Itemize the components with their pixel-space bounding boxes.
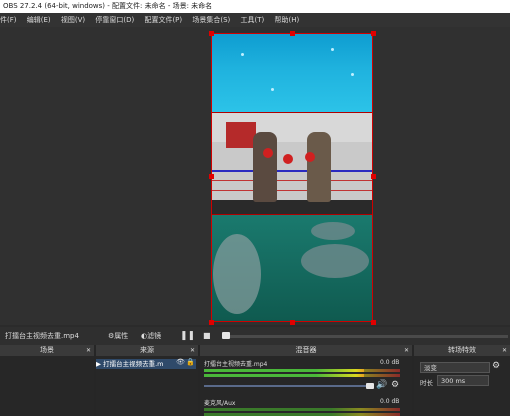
resize-handle-bottom-left[interactable] — [209, 320, 214, 325]
pause-icon[interactable]: ❚❚ — [180, 327, 195, 345]
close-icon[interactable]: ✕ — [86, 345, 91, 356]
seek-handle[interactable] — [222, 332, 230, 339]
scenes-dock-header: 场景 ✕ — [0, 345, 94, 356]
menu-item-file[interactable]: 件(F) — [0, 13, 21, 27]
mixer-channel-db: 0.0 dB — [380, 398, 400, 405]
close-icon[interactable]: ✕ — [502, 345, 507, 356]
sources-dock-header: 来源 ✕ — [96, 345, 198, 356]
audio-meter-level — [204, 374, 364, 377]
menu-item-docks[interactable]: 停靠窗口(D) — [91, 13, 138, 27]
transition-select[interactable]: 淡变 — [420, 362, 490, 373]
sources-title: 来源 — [140, 346, 154, 354]
resize-handle-left[interactable] — [209, 174, 214, 179]
scenes-dock: 场景 ✕ — [0, 345, 94, 416]
volume-handle[interactable] — [366, 383, 374, 389]
filters-label: 滤镜 — [147, 332, 162, 340]
sources-dock: 来源 ✕ ▶ 打擂台主视频去重.m 👁 🔒 — [96, 345, 198, 416]
close-icon[interactable]: ✕ — [404, 345, 409, 356]
properties-label: 属性 — [114, 332, 129, 340]
resize-handle-bottom[interactable] — [290, 320, 295, 325]
speaker-icon[interactable]: 🔊 — [376, 380, 387, 390]
stop-icon[interactable]: ■ — [203, 327, 211, 345]
menu-bar: 件(F) 编辑(E) 视图(V) 停靠窗口(D) 配置文件(P) 场景集合(S)… — [0, 13, 510, 27]
resize-handle-top-left[interactable] — [209, 31, 214, 36]
menu-item-tools[interactable]: 工具(T) — [237, 13, 269, 27]
window-title-bar: OBS 27.2.4 (64-bit, windows) - 配置文件: 未命名… — [0, 0, 510, 13]
resize-handle-top-right[interactable] — [371, 31, 376, 36]
source-toolbar: 打擂台主视频去重.mp4 ⚙属性 ◐滤镜 ❚❚ ■ — [0, 327, 510, 345]
menu-item-edit[interactable]: 编辑(E) — [23, 13, 55, 27]
gear-icon[interactable]: ⚙ — [492, 361, 500, 371]
transitions-dock-header: 转场特效 ✕ — [414, 345, 510, 356]
mixer-dock: 混音器 ✕ 打擂台主视频去重.mp4 0.0 dB 🔊 ⚙ 麦克风/Aux 0.… — [200, 345, 412, 416]
mixer-dock-header: 混音器 ✕ — [200, 345, 412, 356]
volume-slider[interactable] — [204, 385, 372, 387]
audio-meter-level — [204, 369, 364, 372]
resize-handle-bottom-right[interactable] — [371, 320, 376, 325]
menu-item-view[interactable]: 视图(V) — [57, 13, 89, 27]
gear-icon[interactable]: ⚙ — [391, 380, 399, 390]
selection-box[interactable] — [211, 33, 373, 322]
mixer-channel-name: 打擂台主视频去重.mp4 — [204, 361, 268, 368]
eye-icon[interactable]: 👁 — [176, 358, 185, 366]
scenes-title: 场景 — [40, 346, 54, 354]
resize-handle-right[interactable] — [371, 174, 376, 179]
seek-bar[interactable] — [222, 335, 508, 338]
close-icon[interactable]: ✕ — [190, 345, 195, 356]
audio-meter — [204, 408, 400, 411]
filters-button[interactable]: ◐滤镜 — [141, 327, 161, 345]
mixer-title: 混音器 — [295, 346, 317, 354]
duration-input[interactable]: 300 ms — [437, 375, 489, 386]
lock-icon[interactable]: 🔒 — [186, 358, 195, 366]
menu-item-scene-collection[interactable]: 场景集合(S) — [188, 13, 234, 27]
source-item-label: 打擂台主视频去重.m — [103, 360, 164, 368]
resize-handle-top[interactable] — [290, 31, 295, 36]
window-title: OBS 27.2.4 (64-bit, windows) - 配置文件: 未命名… — [3, 2, 213, 10]
menu-item-help[interactable]: 帮助(H) — [271, 13, 304, 27]
selected-source-name: 打擂台主视频去重.mp4 — [5, 332, 79, 340]
transitions-title: 转场特效 — [448, 346, 476, 354]
duration-label: 时长 — [420, 379, 433, 387]
mixer-channel-db: 0.0 dB — [380, 359, 400, 366]
play-icon: ▶ — [96, 360, 101, 368]
menu-item-profile[interactable]: 配置文件(P) — [140, 13, 186, 27]
properties-button[interactable]: ⚙属性 — [108, 327, 128, 345]
mixer-channel-name: 麦克风/Aux — [204, 400, 236, 407]
